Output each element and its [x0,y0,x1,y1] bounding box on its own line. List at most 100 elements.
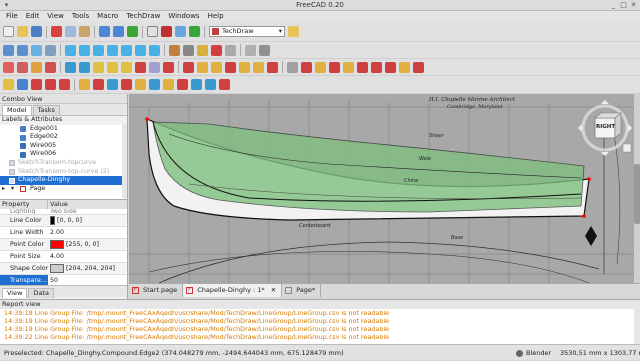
symbol-icon[interactable] [399,61,410,73]
view-bottom-icon[interactable] [135,44,146,56]
length-dimension-icon[interactable] [183,61,194,73]
midpoints-icon[interactable] [329,61,340,73]
weld-symbol-icon[interactable] [79,79,90,90]
insert-page-template-icon[interactable] [17,61,28,73]
color-swatch[interactable] [50,240,64,249]
redraw-page-icon[interactable] [31,61,42,73]
tree-item-wire005[interactable]: Wire005 [0,142,127,151]
expand-arrow-icon[interactable]: ▸ [2,185,5,194]
cosmetic-vertex-icon[interactable] [315,61,326,73]
rich-annotation-icon[interactable] [301,61,312,73]
geom-hatch-icon[interactable] [385,61,396,73]
undo-icon[interactable] [99,26,110,37]
tab-data[interactable]: Data [28,288,54,298]
horizontal-dimension-icon[interactable] [197,61,208,73]
draw-style-icon[interactable] [31,44,42,56]
2-point-cosmetic-line-icon[interactable] [163,79,174,90]
tree-item-edge002[interactable]: Edge002 [0,133,127,142]
measure-distance-icon[interactable] [169,44,180,56]
menu-help[interactable]: Help [204,11,228,22]
radius-dimension-icon[interactable] [225,61,236,73]
3d-viewport[interactable]: H.I. Chapelle Marine Architect Cambridge… [129,94,640,283]
clip-remove-icon[interactable] [219,79,230,90]
tree-item-wire006[interactable]: Wire006 [0,150,127,159]
property-col-header[interactable]: Property [0,200,48,209]
menu-windows[interactable]: Windows [164,11,203,22]
whats-this-icon[interactable] [288,26,299,37]
menu-edit[interactable]: Edit [22,11,44,22]
insert-active-view-icon[interactable] [79,61,90,73]
view-isometric-icon[interactable] [65,44,76,56]
menu-file[interactable]: File [2,11,22,22]
tree-item-edge001[interactable]: Edge001 [0,125,127,134]
fit-all-icon[interactable] [3,44,14,56]
copy-icon[interactable] [65,26,76,37]
prop-row-line-color[interactable]: Line Color [0, 0, 0] [0,215,127,227]
tab-model[interactable]: Model [2,105,32,115]
quadrants-icon[interactable] [343,61,354,73]
mouse-icon[interactable] [516,350,523,357]
menu-tools[interactable]: Tools [68,11,93,22]
tab-close-icon[interactable]: ✕ [271,286,276,294]
expand-arrow-icon[interactable]: ▾ [11,185,14,194]
viewport-scrollbar[interactable] [634,94,640,283]
centerline-icon[interactable] [357,61,368,73]
projection-group-icon[interactable] [93,61,104,73]
color-swatch[interactable] [50,264,64,273]
image-icon[interactable] [413,61,424,73]
close-button[interactable]: ✕ [629,1,638,10]
window-menu-icon[interactable]: ▾ [2,1,11,10]
2-line-center-line-icon[interactable] [135,79,146,90]
workbench-selector[interactable]: TechDraw ▾ [209,26,285,37]
std-settings-icon[interactable] [259,44,270,56]
prop-row-point-size[interactable]: Point Size 4.00 [0,251,127,263]
macro-record-icon[interactable] [161,26,172,37]
macro-run-icon[interactable] [189,26,200,37]
maximize-button[interactable]: □ [619,1,628,10]
navigation-style[interactable]: Blender [526,345,551,361]
face-center-line-icon[interactable] [121,79,132,90]
decorate-line-icon[interactable] [177,79,188,90]
show-all-icon[interactable] [191,79,202,90]
navcube-face-label[interactable]: RIGHT [596,124,615,130]
print-all-pages-icon[interactable] [45,61,56,73]
value-col-header[interactable]: Value [48,200,68,209]
open-icon[interactable] [17,26,28,37]
export-svg-icon[interactable] [31,79,42,90]
menu-view[interactable]: View [43,11,68,22]
section-view-icon[interactable] [107,61,118,73]
link-icon[interactable] [211,44,222,56]
view-front-icon[interactable] [79,44,90,56]
tree-item-sketch-transom-2[interactable]: SketchTransom-top-curve (2) [0,168,127,177]
spreadsheet-view-icon[interactable] [163,61,174,73]
surface-finish-icon[interactable] [93,79,104,90]
leader-line-icon[interactable] [287,61,298,73]
arch-view-icon[interactable] [149,61,160,73]
angle-dimension-icon[interactable] [253,61,264,73]
balloon-icon[interactable] [267,61,278,73]
clip-group-icon[interactable] [205,79,216,90]
tree-view-icon[interactable] [245,44,256,56]
tab-page[interactable]: Page* [282,284,322,297]
hatch-icon[interactable] [371,61,382,73]
diameter-dimension-icon[interactable] [239,61,250,73]
tab-start-page[interactable]: F Start page [129,284,184,297]
view-top-icon[interactable] [93,44,104,56]
2-point-center-line-icon[interactable] [149,79,160,90]
prop-row-line-width[interactable]: Line Width 2.00 [0,227,127,239]
tree-item-sketch-transom[interactable]: SketchTransom-topcurve [0,159,127,168]
report-scrollbar[interactable] [634,309,640,345]
toggle-frames-icon[interactable] [17,79,28,90]
prop-row-transparency[interactable]: Transpare... 50 [0,275,127,285]
annotation-icon[interactable] [3,79,14,90]
cut-icon[interactable] [51,26,62,37]
insert-view-icon[interactable] [65,61,76,73]
insert-default-page-icon[interactable] [3,61,14,73]
color-swatch[interactable] [50,216,55,225]
menu-macro[interactable]: Macro [93,11,122,22]
tree-item-page[interactable]: ▸ ▾ Page [0,185,127,194]
paste-icon[interactable] [79,26,90,37]
tab-tasks[interactable]: Tasks [32,105,60,115]
tree-item-chapelle-dinghy[interactable]: Chapelle-Dinghy [0,176,127,185]
macro-edit-icon[interactable] [175,26,186,37]
